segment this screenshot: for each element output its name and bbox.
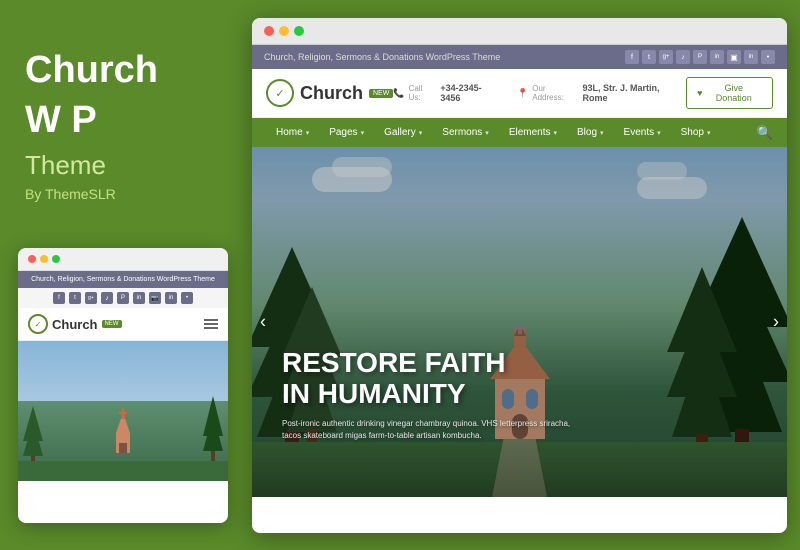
hero-title: RESTORE FAITH IN HUMANITY bbox=[282, 348, 757, 410]
hero-arrow-left[interactable]: ‹ bbox=[260, 312, 266, 333]
nav-shop[interactable]: Shop ▾ bbox=[671, 118, 721, 147]
social-facebook-icon[interactable]: f bbox=[625, 50, 639, 64]
hero-content: RESTORE FAITH IN HUMANITY Post-ironic au… bbox=[282, 348, 757, 442]
browser-dot-green bbox=[294, 26, 304, 36]
mobile-logo-text: Church bbox=[52, 317, 98, 332]
mobile-social-gplus: g+ bbox=[85, 292, 97, 304]
hero-title-line1: RESTORE FAITH bbox=[282, 348, 757, 379]
by-author: By ThemeSLR bbox=[25, 186, 223, 202]
nav-blog-arrow: ▾ bbox=[600, 129, 604, 137]
hamburger-line2 bbox=[204, 323, 218, 325]
nav-gallery-arrow: ▾ bbox=[419, 129, 423, 137]
mobile-tree-right bbox=[203, 396, 223, 466]
nav-blog[interactable]: Blog ▾ bbox=[567, 118, 614, 147]
nav-events-arrow: ▾ bbox=[657, 129, 661, 137]
phone-label: Call Us: bbox=[409, 84, 437, 102]
mobile-social-facebook: f bbox=[53, 292, 65, 304]
logo-badge: NEW bbox=[369, 89, 393, 98]
address-label: Our Address: bbox=[532, 84, 578, 102]
search-icon[interactable]: 🔍 bbox=[757, 125, 773, 141]
nav-pages[interactable]: Pages ▾ bbox=[319, 118, 374, 147]
donate-btn-label: Give Donation bbox=[705, 83, 762, 103]
mobile-hero-sky bbox=[18, 341, 228, 401]
mobile-social-pin: P bbox=[117, 292, 129, 304]
social-pin-icon[interactable]: P bbox=[693, 50, 707, 64]
address-value: 93L, Str. J. Martin, Rome bbox=[583, 83, 687, 103]
left-panel: Church W P Theme By ThemeSLR Church, Rel… bbox=[0, 0, 248, 550]
nav-elements-arrow: ▾ bbox=[554, 129, 558, 137]
phone-value: +34-2345-3456 bbox=[440, 83, 501, 103]
mobile-social-bar: f t g+ ♪ P in 📷 in • bbox=[18, 288, 228, 308]
hero-section: RESTORE FAITH IN HUMANITY Post-ironic au… bbox=[252, 147, 787, 497]
hamburger-line3 bbox=[204, 327, 218, 329]
mobile-topbar: Church, Religion, Sermons & Donations Wo… bbox=[18, 271, 228, 288]
traffic-dot-red bbox=[28, 255, 36, 263]
mobile-preview: Church, Religion, Sermons & Donations Wo… bbox=[18, 248, 228, 523]
mobile-hamburger[interactable] bbox=[204, 319, 218, 329]
theme-title-line1: Church bbox=[25, 50, 223, 92]
mobile-social-cam: 📷 bbox=[149, 292, 161, 304]
browser-window: Church, Religion, Sermons & Donations Wo… bbox=[252, 18, 787, 533]
site-logo: ✓ Church NEW bbox=[266, 79, 393, 107]
social-linkedin-icon[interactable]: in bbox=[710, 50, 724, 64]
mobile-social-linkedin: in bbox=[133, 292, 145, 304]
address-icon: 📍 bbox=[517, 88, 528, 99]
header-contact: 📞 Call Us: +34-2345-3456 📍 Our Address: … bbox=[393, 83, 686, 103]
donate-button[interactable]: ♥ Give Donation bbox=[686, 77, 773, 109]
browser-dot-red bbox=[264, 26, 274, 36]
browser-topbar-text: Church, Religion, Sermons & Donations Wo… bbox=[264, 52, 500, 62]
social-icons-row: f t g+ ♪ P in ▣ in • bbox=[625, 50, 775, 64]
mobile-logo-circle: ✓ bbox=[28, 314, 48, 334]
phone-icon: 📞 bbox=[393, 88, 404, 99]
hero-overlay bbox=[252, 147, 787, 497]
theme-subtitle: Theme bbox=[25, 150, 223, 181]
browser-header: ✓ Church NEW 📞 Call Us: +34-2345-3456 📍 … bbox=[252, 69, 787, 118]
browser-topbar: Church, Religion, Sermons & Donations Wo… bbox=[252, 45, 787, 69]
mobile-social-music: ♪ bbox=[101, 292, 113, 304]
mobile-logo-badge: NEW bbox=[102, 320, 122, 328]
mobile-hero bbox=[18, 341, 228, 481]
browser-dot-yellow bbox=[279, 26, 289, 36]
traffic-dot-yellow bbox=[40, 255, 48, 263]
mobile-church bbox=[108, 408, 138, 463]
nav-sermons-arrow: ▾ bbox=[485, 129, 489, 137]
heart-icon: ♥ bbox=[697, 88, 702, 98]
mobile-social-twitter: t bbox=[69, 292, 81, 304]
contact-address: 📍 Our Address: 93L, Str. J. Martin, Rome bbox=[517, 83, 686, 103]
nav-pages-arrow: ▾ bbox=[361, 129, 365, 137]
social-twitter-icon[interactable]: t bbox=[642, 50, 656, 64]
browser-chrome bbox=[252, 18, 787, 45]
social-gplus-icon[interactable]: g+ bbox=[659, 50, 673, 64]
navigation-bar: Home ▾ Pages ▾ Gallery ▾ Sermons ▾ Eleme… bbox=[252, 118, 787, 147]
mobile-header: ✓ Church NEW bbox=[18, 308, 228, 341]
mobile-logo: ✓ Church NEW bbox=[28, 314, 122, 334]
social-cam-icon[interactable]: ▣ bbox=[727, 50, 741, 64]
mobile-tree-left bbox=[23, 406, 43, 466]
logo-circle: ✓ bbox=[266, 79, 294, 107]
hero-subtitle: Post-ironic authentic drinking vinegar c… bbox=[282, 418, 582, 442]
hero-title-line2: IN HUMANITY bbox=[282, 379, 757, 410]
nav-gallery[interactable]: Gallery ▾ bbox=[374, 118, 432, 147]
nav-home[interactable]: Home ▾ bbox=[266, 118, 319, 147]
social-extra1-icon[interactable]: in bbox=[744, 50, 758, 64]
traffic-dot-green bbox=[52, 255, 60, 263]
nav-items: Home ▾ Pages ▾ Gallery ▾ Sermons ▾ Eleme… bbox=[266, 118, 721, 147]
nav-elements[interactable]: Elements ▾ bbox=[499, 118, 567, 147]
nav-shop-arrow: ▾ bbox=[707, 129, 711, 137]
theme-title-line2: W P bbox=[25, 100, 223, 142]
mobile-social-extra1: in bbox=[165, 292, 177, 304]
nav-home-arrow: ▾ bbox=[306, 129, 310, 137]
social-extra2-icon[interactable]: • bbox=[761, 50, 775, 64]
mobile-social-extra2: • bbox=[181, 292, 193, 304]
social-music-icon[interactable]: ♪ bbox=[676, 50, 690, 64]
contact-phone: 📞 Call Us: +34-2345-3456 bbox=[393, 83, 501, 103]
nav-sermons[interactable]: Sermons ▾ bbox=[432, 118, 499, 147]
hamburger-line1 bbox=[204, 319, 218, 321]
mobile-traffic-lights bbox=[18, 248, 228, 271]
nav-events[interactable]: Events ▾ bbox=[614, 118, 671, 147]
mobile-ground bbox=[18, 461, 228, 481]
hero-arrow-right[interactable]: › bbox=[773, 312, 779, 333]
logo-name: Church bbox=[300, 83, 363, 104]
mobile-topbar-text: Church, Religion, Sermons & Donations Wo… bbox=[31, 276, 215, 283]
